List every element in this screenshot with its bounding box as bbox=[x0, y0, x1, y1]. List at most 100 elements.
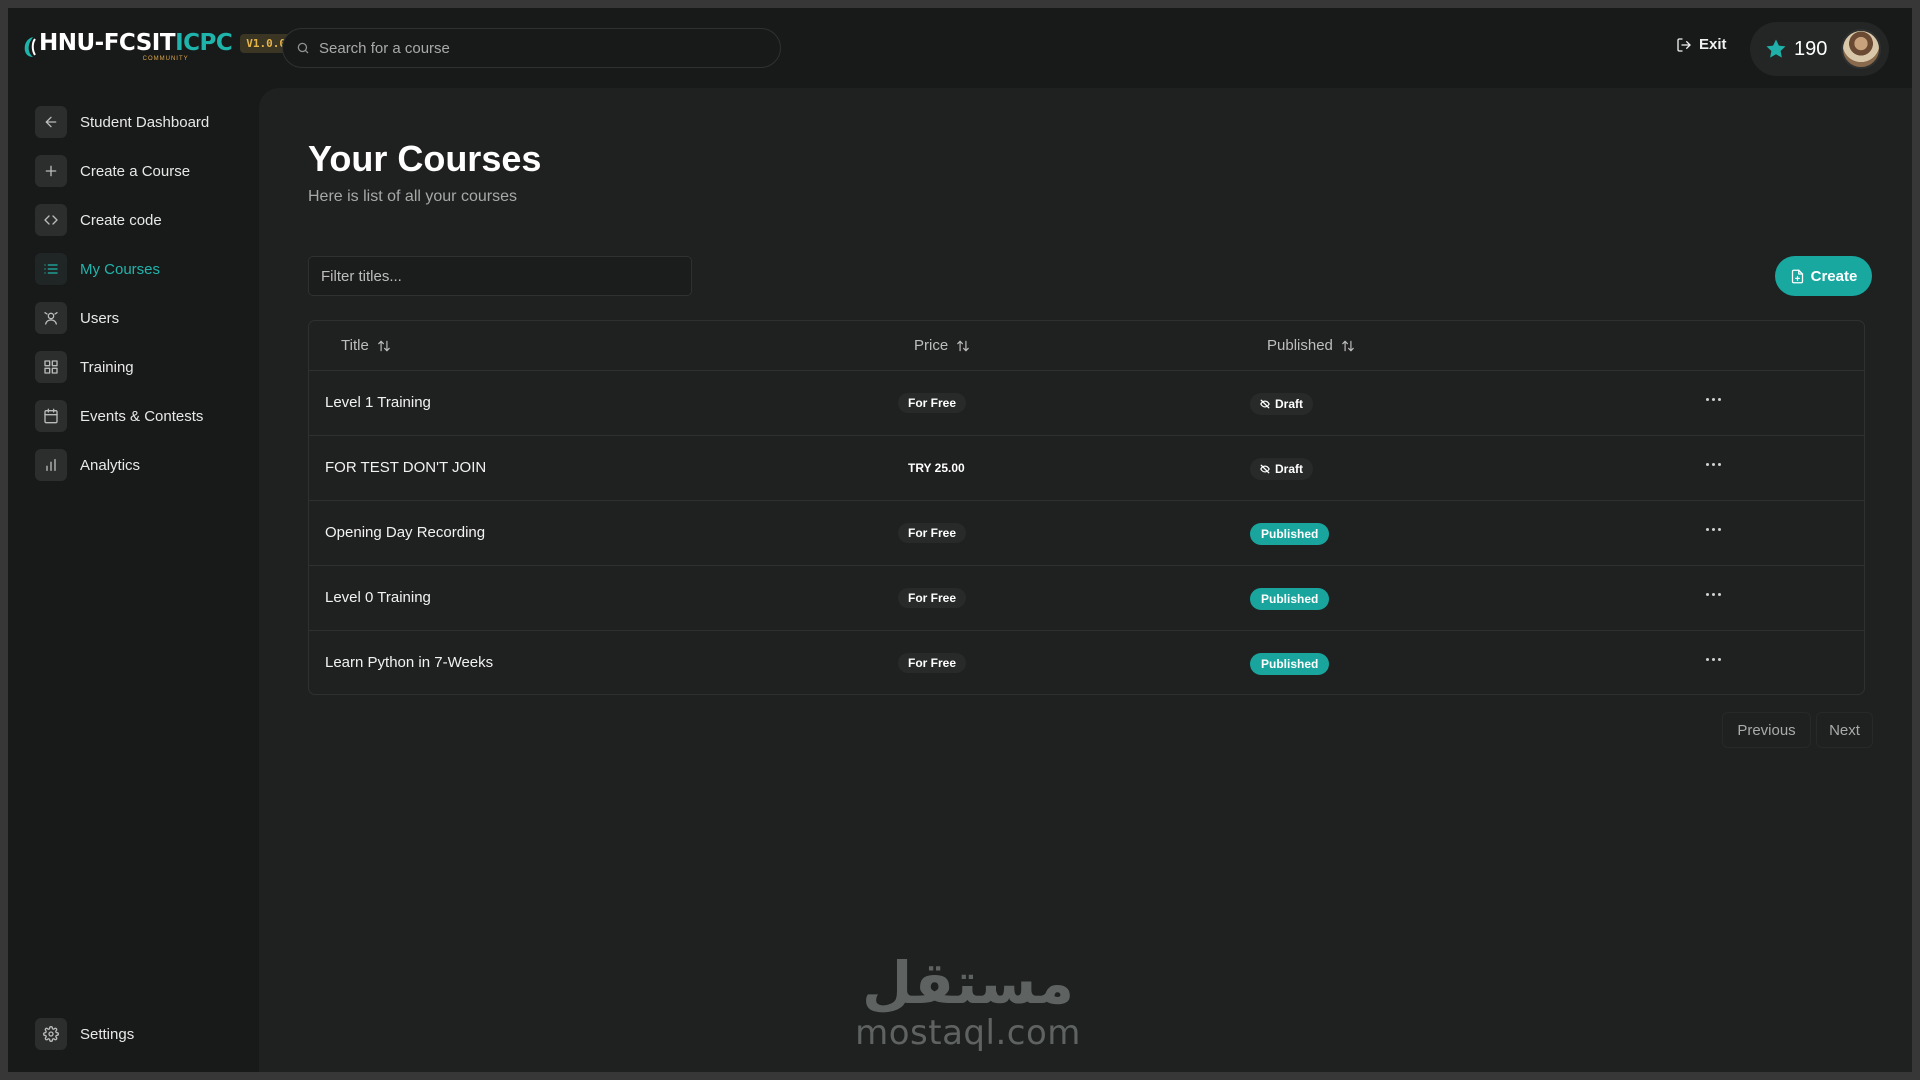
sidebar: Student Dashboard Create a Course Create… bbox=[8, 88, 258, 1072]
grid-icon bbox=[35, 351, 67, 383]
table-row[interactable]: Level 0 Training For Free Published bbox=[309, 566, 1864, 631]
sidebar-item-create-code[interactable]: Create code bbox=[35, 203, 162, 237]
status-label: Published bbox=[1261, 527, 1319, 541]
logo-subtext: COMMUNITY bbox=[142, 56, 189, 62]
sidebar-item-label: Create a Course bbox=[80, 162, 191, 180]
sidebar-item-label: Analytics bbox=[80, 456, 141, 474]
sidebar-item-label: My Courses bbox=[80, 260, 161, 278]
search-input[interactable] bbox=[319, 39, 759, 57]
row-actions-menu-icon[interactable] bbox=[1702, 587, 1725, 602]
gear-icon bbox=[35, 1018, 67, 1050]
sidebar-item-label: Create code bbox=[80, 211, 162, 229]
course-title: FOR TEST DON'T JOIN bbox=[325, 459, 487, 476]
eye-off-icon bbox=[1260, 399, 1270, 409]
sidebar-item-training[interactable]: Training bbox=[35, 350, 134, 384]
watermark-arabic: مستقل bbox=[861, 949, 1075, 1017]
sidebar-item-label: Settings bbox=[80, 1025, 135, 1043]
sidebar-item-my-courses[interactable]: My Courses bbox=[35, 252, 160, 286]
status-badge: Draft bbox=[1250, 458, 1314, 480]
status-label: Published bbox=[1261, 657, 1319, 671]
sidebar-item-analytics[interactable]: Analytics bbox=[35, 448, 140, 482]
courses-table: Title Price Published Level 1 Training F… bbox=[308, 320, 1865, 695]
status-badge: Published bbox=[1250, 523, 1330, 545]
next-page-button[interactable]: Next bbox=[1816, 712, 1873, 748]
list-icon bbox=[35, 253, 67, 285]
sort-icon bbox=[377, 340, 390, 351]
table-row[interactable]: Learn Python in 7-Weeks For Free Publish… bbox=[309, 631, 1864, 694]
status-label: Published bbox=[1261, 592, 1319, 606]
sidebar-item-label: Events & Contests bbox=[80, 407, 204, 425]
exit-button[interactable]: Exit bbox=[1676, 36, 1727, 53]
column-header-label: Price bbox=[914, 337, 949, 354]
sidebar-item-settings[interactable]: Settings bbox=[35, 1017, 134, 1051]
status-badge: Draft bbox=[1250, 393, 1314, 415]
filter-input[interactable] bbox=[321, 267, 681, 285]
sidebar-item-users[interactable]: Users bbox=[35, 301, 119, 335]
column-header-label: Published bbox=[1267, 337, 1333, 354]
sort-icon bbox=[1342, 340, 1354, 351]
users-icon bbox=[35, 302, 67, 334]
table-row[interactable]: Opening Day Recording For Free Published bbox=[309, 501, 1864, 566]
price-badge: For Free bbox=[898, 653, 967, 673]
column-header-label: Title bbox=[341, 337, 369, 354]
user-points-panel: 190 bbox=[1750, 22, 1889, 76]
column-header-price[interactable]: Price bbox=[914, 337, 970, 354]
table-row[interactable]: Level 1 Training For Free Draft bbox=[309, 371, 1864, 436]
previous-page-button[interactable]: Previous bbox=[1722, 712, 1811, 748]
top-header: HNU-FCSITICPC COMMUNITY V1.0.0 Exit bbox=[8, 8, 1912, 88]
watermark: مستقل mostaql.com bbox=[852, 952, 1084, 1052]
sidebar-item-student-dashboard[interactable]: Student Dashboard bbox=[35, 105, 209, 139]
create-button-label: Create bbox=[1810, 267, 1858, 285]
status-label: Draft bbox=[1275, 397, 1304, 411]
column-header-title[interactable]: Title bbox=[341, 337, 391, 354]
logo-text: HNU-FCSITICPC bbox=[39, 30, 233, 56]
sidebar-item-events-contests[interactable]: Events & Contests bbox=[35, 399, 203, 433]
table-row[interactable]: FOR TEST DON'T JOIN TRY 25.00 Draft bbox=[309, 436, 1864, 501]
row-actions-menu-icon[interactable] bbox=[1702, 522, 1725, 537]
filter-titles-field[interactable] bbox=[308, 256, 692, 296]
app-window: HNU-FCSITICPC COMMUNITY V1.0.0 Exit bbox=[8, 8, 1912, 1072]
price-badge: TRY 25.00 bbox=[908, 461, 965, 475]
sidebar-item-label: Users bbox=[80, 309, 120, 327]
course-title: Level 0 Training bbox=[325, 589, 431, 606]
create-course-button[interactable]: Create bbox=[1775, 256, 1872, 296]
bar-chart-icon bbox=[35, 449, 67, 481]
search-icon bbox=[297, 42, 309, 54]
logo-mark: HNU-FCSITICPC COMMUNITY bbox=[23, 30, 233, 62]
column-header-published[interactable]: Published bbox=[1267, 337, 1355, 354]
sidebar-item-create-course[interactable]: Create a Course bbox=[35, 154, 190, 188]
logo[interactable]: HNU-FCSITICPC COMMUNITY V1.0.0 bbox=[23, 32, 292, 62]
course-title: Level 1 Training bbox=[325, 394, 431, 411]
watermark-latin: mostaql.com bbox=[855, 1013, 1081, 1053]
course-search[interactable] bbox=[282, 28, 781, 68]
avatar[interactable] bbox=[1841, 29, 1881, 69]
table-header: Title Price Published bbox=[309, 321, 1864, 371]
main-content: Your Courses Here is list of all your co… bbox=[259, 88, 1912, 1072]
sidebar-item-label: Training bbox=[80, 358, 134, 376]
code-icon bbox=[35, 204, 67, 236]
row-actions-menu-icon[interactable] bbox=[1702, 457, 1725, 472]
star-icon bbox=[1766, 39, 1786, 58]
status-badge: Published bbox=[1250, 653, 1330, 675]
course-title: Learn Python in 7-Weeks bbox=[325, 654, 494, 671]
status-label: Draft bbox=[1275, 462, 1304, 476]
page-title: Your Courses bbox=[308, 138, 542, 179]
price-badge: For Free bbox=[898, 588, 967, 608]
price-badge: For Free bbox=[898, 523, 967, 543]
exit-label: Exit bbox=[1699, 36, 1727, 53]
file-plus-icon bbox=[1791, 269, 1803, 283]
course-title: Opening Day Recording bbox=[325, 524, 486, 541]
points-display[interactable]: 190 bbox=[1764, 37, 1827, 61]
points-value: 190 bbox=[1794, 37, 1828, 60]
plus-icon bbox=[35, 155, 67, 187]
status-badge: Published bbox=[1250, 588, 1330, 610]
arrow-left-icon bbox=[35, 106, 67, 138]
page-subtitle: Here is list of all your courses bbox=[308, 188, 517, 205]
eye-off-icon bbox=[1260, 464, 1270, 474]
row-actions-menu-icon[interactable] bbox=[1702, 392, 1725, 407]
row-actions-menu-icon[interactable] bbox=[1702, 652, 1725, 667]
sort-icon bbox=[957, 340, 970, 351]
calendar-icon bbox=[35, 400, 67, 432]
logout-icon bbox=[1677, 37, 1691, 52]
logo-emblem-icon bbox=[24, 37, 36, 57]
